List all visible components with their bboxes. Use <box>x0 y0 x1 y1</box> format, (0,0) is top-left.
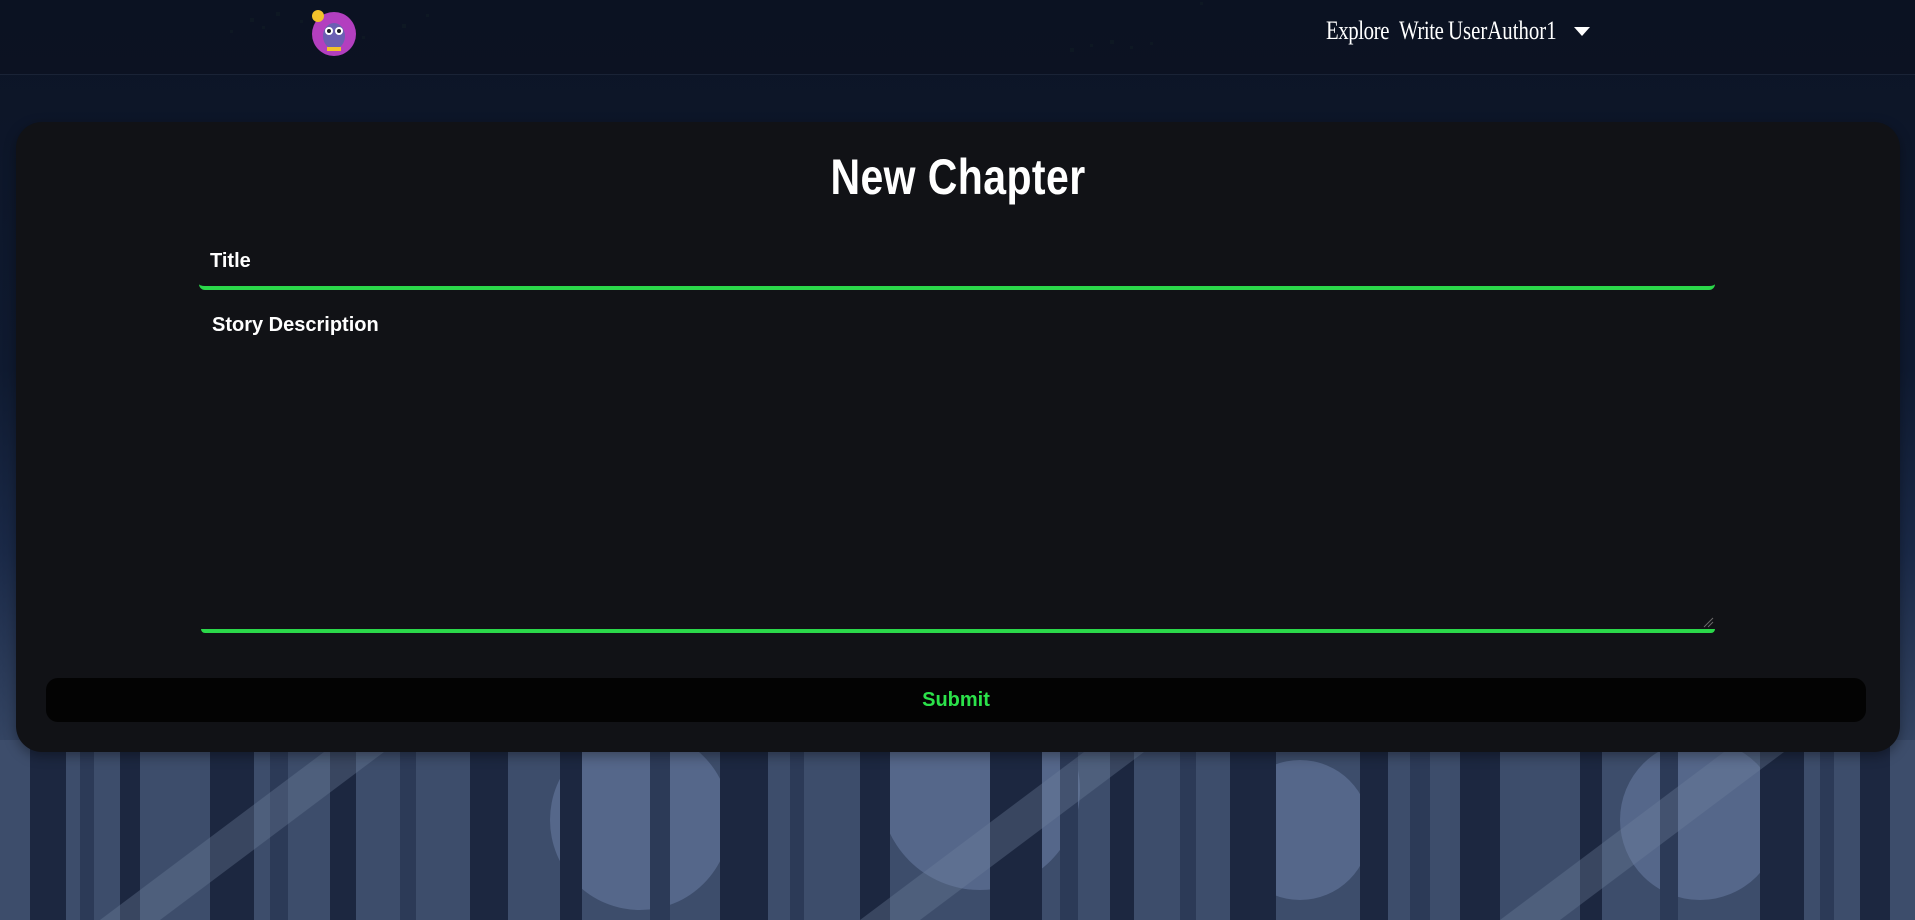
resize-handle-icon[interactable] <box>1702 616 1714 628</box>
new-chapter-card: New Chapter Submit <box>16 122 1900 752</box>
owl-logo-icon[interactable] <box>308 6 360 58</box>
nav-explore-link[interactable]: Explore <box>1326 16 1389 46</box>
title-field-wrapper <box>199 236 1715 290</box>
caret-down-icon <box>1574 26 1591 36</box>
nav-links: Explore Write UserAuthor1 <box>1326 16 1591 46</box>
title-input[interactable] <box>199 236 1715 286</box>
nav-write-link[interactable]: Write <box>1399 16 1444 46</box>
top-navbar: Explore Write UserAuthor1 <box>0 0 1915 75</box>
user-menu-label: UserAuthor1 <box>1448 16 1558 45</box>
submit-button[interactable]: Submit <box>46 678 1866 722</box>
user-menu-dropdown[interactable]: UserAuthor1 <box>1448 16 1591 46</box>
page-title: New Chapter <box>830 149 1086 205</box>
description-field-wrapper <box>201 302 1715 633</box>
story-description-textarea[interactable] <box>201 302 1715 629</box>
